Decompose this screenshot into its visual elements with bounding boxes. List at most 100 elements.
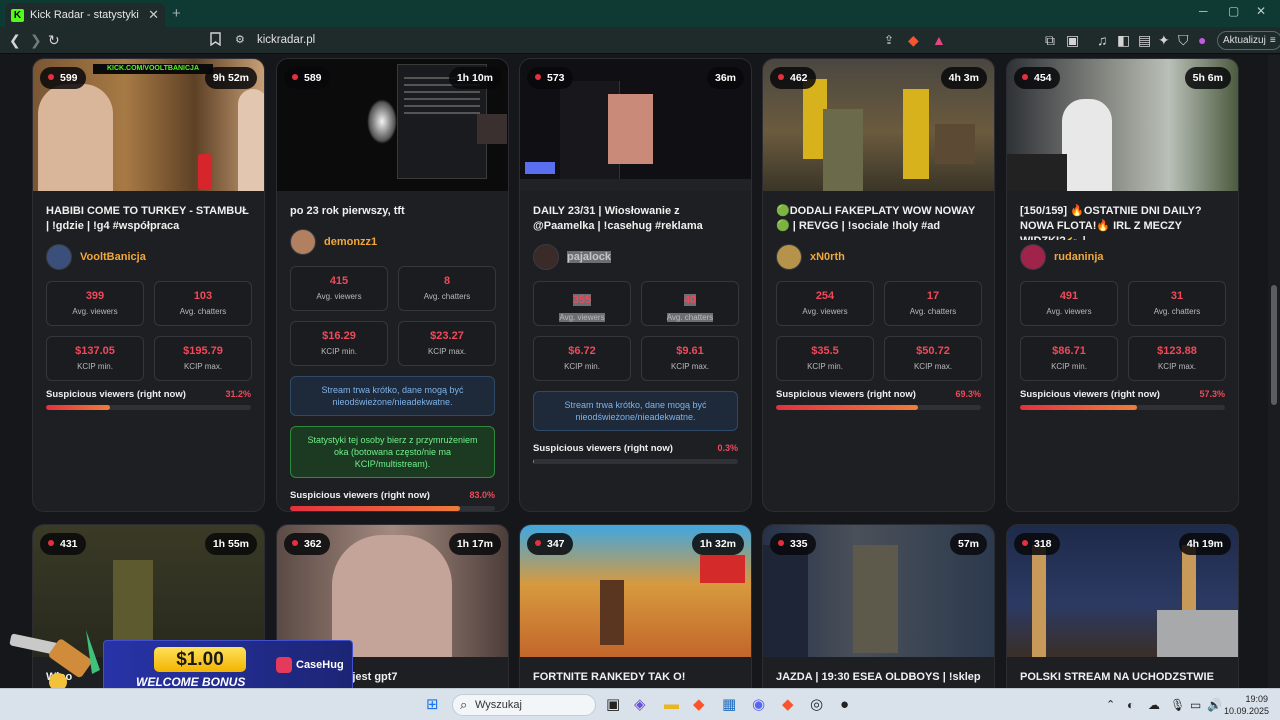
page-scrollbar[interactable] xyxy=(1268,55,1280,688)
streamer-name[interactable]: VooltBanicja xyxy=(80,251,146,263)
stream-card[interactable]: 318 4h 19m POLSKI STREAM NA UCHODZSTWIE xyxy=(1006,524,1239,688)
maximize-icon[interactable]: ▢ xyxy=(1228,4,1239,18)
brave-browser-icon[interactable]: ◆ xyxy=(693,696,705,714)
copilot-icon[interactable]: ◈ xyxy=(634,696,646,714)
file-explorer-icon[interactable]: ▬ xyxy=(664,696,679,714)
stat-kcip-max: $123.88 KCIP max. xyxy=(1128,336,1226,381)
stream-thumbnail[interactable]: 573 36m xyxy=(520,59,751,191)
sidebar-icon[interactable]: ◧ xyxy=(1117,32,1130,48)
bookmark-icon[interactable] xyxy=(210,32,221,49)
start-menu-icon[interactable]: ⊞ xyxy=(426,696,439,714)
share-icon[interactable]: ⇪ xyxy=(884,32,894,48)
duration-badge: 57m xyxy=(949,533,987,555)
streamer-name[interactable]: rudaninja xyxy=(1054,251,1104,263)
stream-card[interactable]: 335 57m JAZDA | 19:30 ESEA OLDBOYS | !sk… xyxy=(762,524,995,688)
streamer-name[interactable]: demonzz1 xyxy=(324,236,377,248)
stream-card[interactable]: 462 4h 3m 🟢DODALI FAKEPLATY WOW NOWAY🟢 |… xyxy=(762,58,995,512)
minimize-icon[interactable]: ─ xyxy=(1199,4,1208,18)
new-tab-icon[interactable]: + xyxy=(172,5,181,22)
stat-avg-viewers: 355 Avg. viewers xyxy=(533,281,631,326)
casehug-ad-banner[interactable]: $1.00 WELCOME BONUS CaseHug xyxy=(8,630,353,694)
site-settings-icon[interactable]: ⚙ xyxy=(235,32,245,48)
profile-icon[interactable]: ● xyxy=(1198,32,1206,48)
streamer-name[interactable]: pajalock xyxy=(567,250,612,263)
stream-title[interactable]: po 23 rok pierwszy, tft xyxy=(277,191,508,225)
stream-title[interactable]: 🟢DODALI FAKEPLATY WOW NOWAY🟢 | REVGG | !… xyxy=(763,191,994,240)
stream-card[interactable]: 573 36m DAILY 23/31 | Wiosłowanie z @Paa… xyxy=(519,58,752,512)
stream-card[interactable]: KICK.COM/VOOLTBANICJA 599 9h 52m HABIBI … xyxy=(32,58,265,512)
streamer-name[interactable]: xN0rth xyxy=(810,251,845,263)
brave-active-icon[interactable]: ◆ xyxy=(782,696,794,714)
viewer-count-badge: 335 xyxy=(770,533,816,555)
stats-grid: 355 Avg. viewers 40 Avg. chatters $6.72 KCI… xyxy=(520,270,751,381)
app-icon[interactable]: ● xyxy=(840,696,849,714)
stream-card[interactable]: 589 1h 10m po 23 rok pierwszy, tft demon… xyxy=(276,58,509,512)
network-icon[interactable]: ▭ xyxy=(1190,696,1201,714)
music-icon[interactable]: ♫ xyxy=(1097,32,1108,48)
discord-icon[interactable]: ◉ xyxy=(752,696,765,714)
url-text[interactable]: kickradar.pl xyxy=(257,34,315,46)
stream-title[interactable]: POLSKI STREAM NA UCHODZSTWIE xyxy=(1007,657,1238,688)
stat-avg-viewers: 399 Avg. viewers xyxy=(46,281,144,326)
screenshot-icon[interactable]: ▣ xyxy=(1066,32,1079,48)
update-button[interactable]: Aktualizuj ≡ xyxy=(1217,31,1280,50)
tab-close-icon[interactable]: ✕ xyxy=(148,7,159,23)
stream-title[interactable]: JAZDA | 19:30 ESEA OLDBOYS | !sklep xyxy=(763,657,994,688)
scrollbar-thumb[interactable] xyxy=(1271,285,1277,405)
short-stream-notice: Stream trwa krótko, dane mogą być nieodś… xyxy=(533,391,738,431)
avatar xyxy=(290,228,316,255)
suspicious-viewers-row: Suspicious viewers (right now) 83.0% xyxy=(277,478,508,501)
suspicious-pct: 83.0% xyxy=(469,490,495,500)
streamer-row[interactable]: rudaninja xyxy=(1007,240,1238,270)
wallet-icon[interactable]: ▤ xyxy=(1138,32,1151,48)
taskbar-search[interactable]: Wyszukaj xyxy=(452,694,596,716)
forward-icon[interactable]: ❯ xyxy=(30,32,42,48)
onedrive-icon[interactable]: ☁ xyxy=(1148,696,1160,714)
task-view-icon[interactable]: ▣ xyxy=(606,696,620,714)
stream-thumbnail[interactable]: 335 57m xyxy=(763,525,994,657)
store-icon[interactable]: ▦ xyxy=(722,696,736,714)
stream-thumbnail[interactable]: KICK.COM/VOOLTBANICJA 599 9h 52m xyxy=(33,59,264,191)
stats-grid: 254 Avg. viewers 17 Avg. chatters $35.5 KCI… xyxy=(763,270,994,381)
back-icon[interactable]: ❮ xyxy=(9,32,21,48)
stream-card[interactable]: 347 1h 32m FORTNITE RANKEDY TAK O! xyxy=(519,524,752,688)
stream-thumbnail[interactable]: 347 1h 32m xyxy=(520,525,751,657)
streamer-row[interactable]: xN0rth xyxy=(763,240,994,270)
stat-avg-chatters: 8 Avg. chatters xyxy=(398,266,496,311)
stream-thumbnail[interactable]: 589 1h 10m xyxy=(277,59,508,191)
stream-title[interactable]: [150/159] 🔥OSTATNIE DNI DAILY? NOWA FLOT… xyxy=(1007,191,1238,240)
reload-icon[interactable]: ↻ xyxy=(48,32,60,48)
rewards-icon[interactable]: ▲ xyxy=(932,32,946,48)
address-bar[interactable]: ⚙ kickradar.pl xyxy=(226,30,1096,51)
tray-app-icon[interactable]: ◐ xyxy=(1127,696,1134,714)
stream-card[interactable]: 454 5h 6m [150/159] 🔥OSTATNIE DNI DAILY?… xyxy=(1006,58,1239,512)
streamer-row[interactable]: demonzz1 xyxy=(277,225,508,255)
stream-title[interactable]: FORTNITE RANKEDY TAK O! xyxy=(520,657,751,688)
leo-icon[interactable]: ✦ xyxy=(1158,32,1170,48)
viewer-count-badge: 599 xyxy=(40,67,86,89)
streamer-row[interactable]: pajalock xyxy=(520,240,751,270)
stream-thumbnail[interactable]: 318 4h 19m xyxy=(1007,525,1238,657)
window-close-icon[interactable]: ✕ xyxy=(1256,4,1266,18)
stream-title[interactable]: DAILY 23/31 | Wiosłowanie z @Paamelka | … xyxy=(520,191,751,240)
volume-icon[interactable]: 🔊 xyxy=(1207,696,1222,714)
menu-icon: ≡ xyxy=(1269,35,1276,46)
steam-icon[interactable]: ◎ xyxy=(810,696,823,714)
thumb-logo xyxy=(525,162,555,174)
vpn-icon[interactable]: ⛉ xyxy=(1178,32,1189,48)
stat-kcip-min: $137.05 KCIP min. xyxy=(46,336,144,381)
microphone-icon[interactable]: 🎙 xyxy=(1170,696,1185,714)
stream-thumbnail[interactable]: 454 5h 6m xyxy=(1007,59,1238,191)
streamer-row[interactable]: VooltBanicja xyxy=(33,240,264,270)
tray-expand-icon[interactable]: ⌃ xyxy=(1106,696,1115,714)
taskbar-clock[interactable]: 19:09 10.09.2025 xyxy=(1224,693,1269,717)
thumb-person xyxy=(38,84,113,191)
stream-title[interactable]: HABIBI COME TO TURKEY - STAMBUŁ | !gdzie… xyxy=(33,191,264,240)
thumb-character xyxy=(853,545,898,653)
avatar xyxy=(776,243,802,270)
extensions-icon[interactable]: ⧉ xyxy=(1045,32,1055,48)
suspicious-label: Suspicious viewers (right now) xyxy=(776,389,916,400)
brave-shield-icon[interactable]: ◆ xyxy=(908,32,919,48)
stream-thumbnail[interactable]: 462 4h 3m xyxy=(763,59,994,191)
browser-tab[interactable]: K Kick Radar - statystyki na żywo ✕ xyxy=(5,3,165,27)
